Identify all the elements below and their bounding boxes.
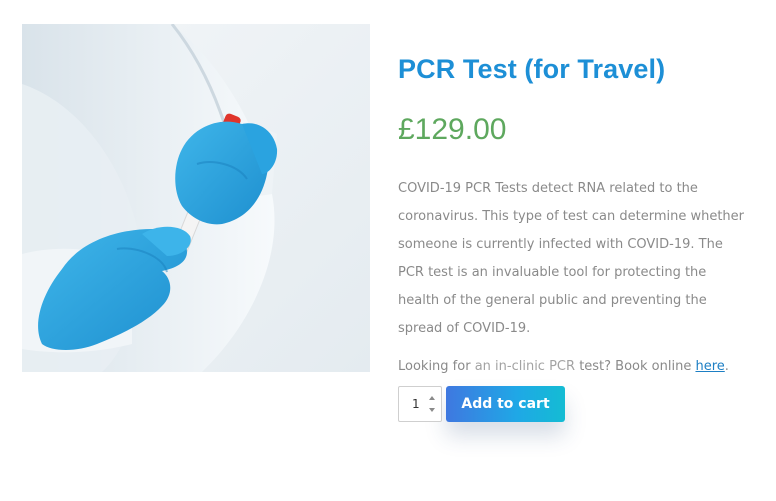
booking-here-link[interactable]: here: [695, 359, 724, 374]
product-page: PCR Test (for Travel) £129.00 COVID-19 P…: [0, 0, 776, 501]
quantity-input[interactable]: 1: [398, 386, 442, 422]
quantity-value: 1: [412, 397, 420, 411]
booking-dim-text: an in-clinic PCR: [474, 359, 576, 374]
product-description: COVID-19 PCR Tests detect RNA related to…: [398, 181, 745, 336]
product-price: £129.00: [398, 113, 507, 146]
booking-middle: test? Book online: [579, 359, 692, 374]
booking-prefix: Looking for: [398, 359, 471, 374]
stepper-down-icon[interactable]: [428, 408, 435, 412]
add-to-cart-button[interactable]: Add to cart: [446, 386, 565, 422]
add-to-cart-form: 1 Add to cart: [398, 385, 758, 423]
booking-suffix: .: [724, 359, 729, 374]
quantity-stepper[interactable]: [427, 396, 436, 412]
product-summary: PCR Test (for Travel) £129.00 COVID-19 P…: [398, 50, 758, 423]
product-title: PCR Test (for Travel): [398, 54, 666, 84]
stepper-up-icon[interactable]: [428, 396, 435, 400]
product-photo: [22, 24, 370, 372]
booking-note: Looking for an in-clinic PCR test? Book …: [398, 357, 758, 377]
product-image[interactable]: [22, 24, 370, 372]
